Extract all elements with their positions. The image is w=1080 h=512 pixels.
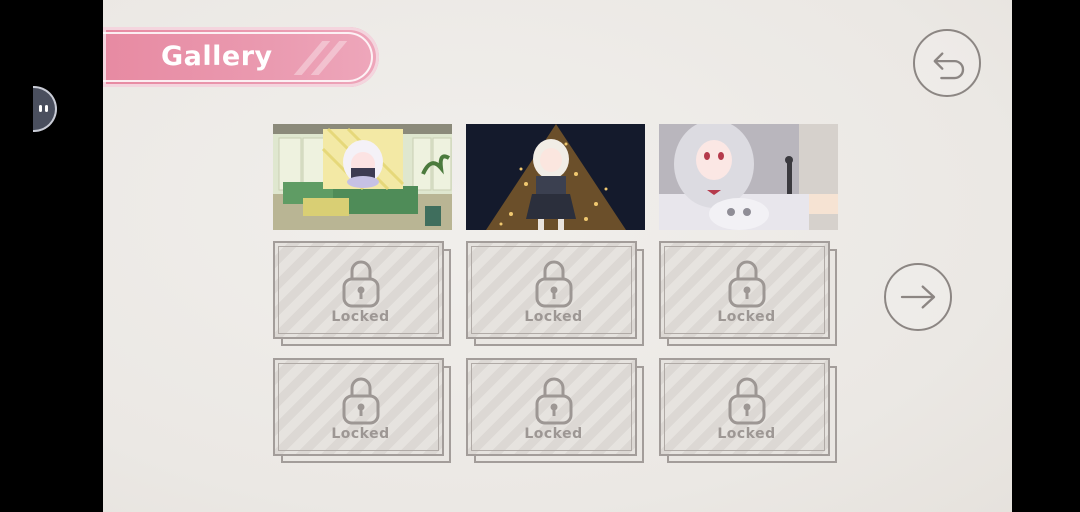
lock-icon (728, 377, 766, 425)
next-page-button[interactable] (884, 263, 952, 331)
lock-icon (342, 260, 380, 308)
locked-gallery-item[interactable]: Locked (273, 241, 452, 347)
lock-icon (728, 260, 766, 308)
gallery-item-3[interactable] (659, 124, 838, 230)
lock-icon (535, 377, 573, 425)
locked-gallery-item[interactable]: Locked (659, 241, 838, 347)
left-letterbox (0, 0, 103, 512)
locked-label: Locked (717, 426, 776, 442)
title-banner: Gallery (103, 27, 379, 87)
page-title: Gallery (161, 41, 273, 72)
arrow-right-icon (900, 285, 936, 309)
gallery-screen: Gallery Locked Locked Locked Locked Lock… (103, 0, 1012, 512)
lock-icon (535, 260, 573, 308)
locked-gallery-item[interactable]: Locked (273, 358, 452, 464)
bedroom-character-thumbnail (659, 124, 838, 230)
room-with-chibi-picture-thumbnail (273, 124, 452, 230)
undo-arrow-icon (933, 52, 965, 80)
locked-gallery-item[interactable]: Locked (466, 241, 645, 347)
christmas-tree-character-thumbnail (466, 124, 645, 230)
locked-label: Locked (331, 309, 390, 325)
right-letterbox (1012, 0, 1080, 512)
locked-label: Locked (331, 426, 390, 442)
gallery-item-1[interactable] (273, 124, 452, 230)
locked-gallery-item[interactable]: Locked (466, 358, 645, 464)
locked-gallery-item[interactable]: Locked (659, 358, 838, 464)
locked-label: Locked (524, 309, 583, 325)
locked-label: Locked (717, 309, 776, 325)
back-button[interactable] (913, 29, 981, 97)
lock-icon (342, 377, 380, 425)
locked-label: Locked (524, 426, 583, 442)
gallery-item-2[interactable] (466, 124, 645, 230)
